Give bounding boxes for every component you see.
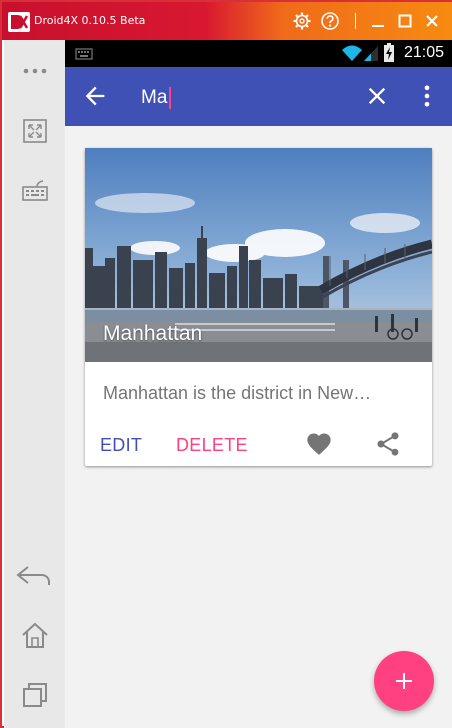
place-card[interactable]: Manhattan Manhattan is the district in N… (85, 148, 432, 466)
status-clock: 21:05 (403, 44, 444, 61)
share-icon[interactable] (374, 430, 402, 458)
card-description: Manhattan is the district in New… (103, 383, 372, 403)
wifi-icon (342, 45, 362, 61)
edit-button[interactable]: EDIT (100, 435, 142, 456)
minimize-icon[interactable] (368, 11, 388, 31)
close-icon[interactable] (422, 11, 442, 31)
text-cursor (169, 87, 171, 109)
status-bar: 21:05 (65, 40, 452, 67)
keyboard-icon[interactable] (20, 176, 50, 206)
home-icon[interactable] (20, 620, 50, 650)
droid4x-logo-icon (8, 12, 30, 32)
delete-button[interactable]: DELETE (176, 435, 248, 456)
back-icon[interactable] (14, 560, 54, 590)
clear-search-icon[interactable] (363, 82, 391, 110)
window-titlebar: Droid4X 0.10.5 Beta (2, 2, 452, 40)
battery-icon (384, 43, 394, 62)
settings-icon[interactable] (292, 11, 312, 31)
keyboard-notification-icon (75, 48, 93, 60)
android-screen: 21:05 Ma Manhattan Manhattan is the dist… (65, 40, 452, 728)
maximize-icon[interactable] (395, 11, 415, 31)
emulator-window: Droid4X 0.10.5 Beta 21:05 Ma Manhattan M… (0, 0, 452, 728)
card-image[interactable]: Manhattan (85, 148, 432, 362)
window-title: Droid4X 0.10.5 Beta (34, 14, 146, 27)
more-icon[interactable] (20, 56, 50, 86)
more-vert-icon[interactable] (413, 82, 441, 110)
add-icon (396, 673, 412, 689)
add-fab[interactable] (374, 651, 434, 711)
arrow-back-icon[interactable] (81, 82, 109, 110)
search-toolbar (65, 67, 452, 126)
favorite-icon[interactable] (305, 430, 333, 458)
card-title: Manhattan (103, 322, 203, 345)
recent-apps-icon[interactable] (20, 680, 50, 710)
titlebar-separator (355, 13, 356, 29)
help-icon[interactable] (320, 11, 340, 31)
search-input[interactable] (141, 85, 341, 111)
fullscreen-icon[interactable] (20, 116, 50, 146)
emulator-sidebar (4, 40, 65, 728)
signal-icon (364, 46, 378, 61)
